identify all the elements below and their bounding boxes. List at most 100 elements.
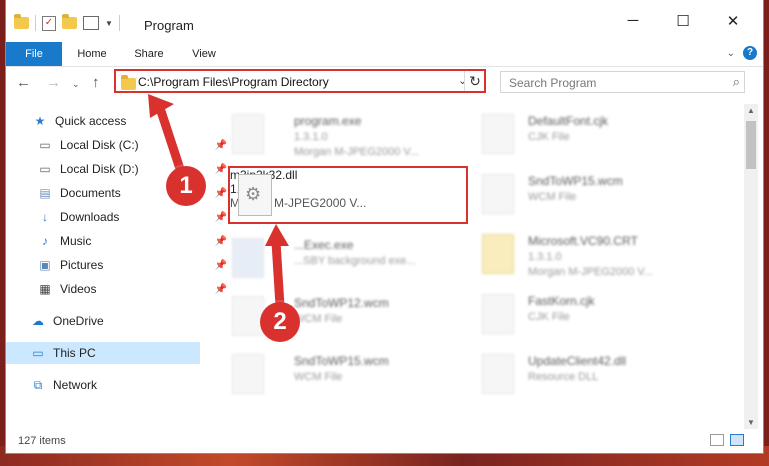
- scroll-down-icon[interactable]: ▼: [744, 418, 758, 427]
- drive-icon: ▭: [39, 138, 51, 152]
- search-placeholder: Search Program: [509, 76, 597, 90]
- file-item[interactable]: SndToWP15.wcm WCM File: [476, 168, 716, 224]
- picture-icon: ▣: [39, 258, 51, 272]
- dll-file-icon: [482, 354, 514, 394]
- folder-icon: [121, 75, 136, 90]
- sidebar-item-local-disk-c[interactable]: ▭ Local Disk (C:) 📌: [6, 134, 231, 156]
- sidebar-item-downloads[interactable]: ↓ Downloads 📌: [6, 206, 231, 228]
- vertical-scrollbar[interactable]: ▲ ▼: [744, 104, 758, 429]
- exe-file-icon: [232, 238, 264, 278]
- file-type: CJK File: [528, 131, 570, 143]
- exe-file-icon: [232, 114, 264, 154]
- file-name: ...Exec.exe: [294, 238, 354, 252]
- file-item[interactable]: DefaultFont.cjk CJK File: [476, 108, 716, 164]
- file-icon: [232, 354, 264, 394]
- properties-check-icon[interactable]: ✓: [42, 15, 56, 31]
- expand-ribbon-icon[interactable]: ⌄: [727, 48, 735, 59]
- file-item[interactable]: program.exe 1.3.1.0 Morgan M-JPEG2000 V.…: [226, 108, 466, 164]
- tab-share[interactable]: Share: [126, 42, 172, 66]
- scrollbar-thumb[interactable]: [746, 121, 756, 169]
- sidebar-item-label: This PC: [53, 346, 96, 360]
- file-icon: [232, 296, 264, 336]
- sidebar-item-this-pc[interactable]: ▭ This PC: [6, 342, 200, 364]
- file-name: FastKorn.cjk: [528, 294, 595, 308]
- sidebar-item-pictures[interactable]: ▣ Pictures 📌: [6, 254, 231, 276]
- file-item[interactable]: Microsoft.VC90.CRT 1.3.1.0 Morgan M-JPEG…: [476, 228, 716, 284]
- address-bar[interactable]: C:\Program Files\Program Directory ⌄: [114, 69, 486, 93]
- maximize-icon[interactable]: ☐: [668, 12, 698, 30]
- tiles-view-icon[interactable]: [730, 434, 744, 446]
- back-arrow-icon[interactable]: ←: [16, 74, 31, 91]
- file-item[interactable]: UpdateClient42.dll Resource DLL: [476, 348, 716, 404]
- file-icon: [482, 294, 514, 334]
- help-icon[interactable]: ?: [743, 46, 757, 60]
- sidebar-item-videos[interactable]: ▦ Videos 📌: [6, 278, 231, 300]
- ribbon-tabs: File Home Share View ⌄ ?: [6, 42, 763, 67]
- file-type: CJK File: [528, 311, 570, 323]
- file-item[interactable]: FastKorn.cjk CJK File: [476, 288, 716, 344]
- file-name: SndToWP15.wcm: [528, 174, 623, 188]
- download-icon: ↓: [42, 210, 48, 224]
- chevron-down-icon[interactable]: ▼: [105, 19, 113, 28]
- file-description: ...SBY background exe...: [294, 255, 416, 267]
- sidebar-item-label: Pictures: [60, 258, 104, 272]
- minimize-icon[interactable]: ─: [618, 12, 648, 29]
- file-item[interactable]: SndToWP15.wcm WCM File: [226, 348, 466, 404]
- file-type: Resource DLL: [528, 371, 599, 383]
- forward-arrow-icon[interactable]: →: [46, 74, 61, 91]
- file-list: program.exe 1.3.1.0 Morgan M-JPEG2000 V.…: [206, 104, 740, 424]
- file-description: Morgan M-JPEG2000 V...: [294, 146, 419, 158]
- sidebar-item-music[interactable]: ♪ Music 📌: [6, 230, 231, 252]
- up-arrow-icon[interactable]: ↑: [92, 74, 100, 91]
- file-item-selected-highlight[interactable]: ⚙ m3jp2k32.dll 1.3.1.0 Morgan M-JPEG2000…: [228, 166, 468, 224]
- file-name: SndToWP12.wcm: [294, 296, 389, 310]
- tab-file[interactable]: File: [6, 42, 62, 66]
- divider: [118, 15, 120, 31]
- music-icon: ♪: [42, 234, 48, 248]
- network-icon: ⧉: [33, 378, 43, 392]
- details-view-icon[interactable]: [710, 434, 724, 446]
- file-type: WCM File: [528, 191, 577, 203]
- sidebar-item-label: Documents: [60, 186, 121, 200]
- file-item[interactable]: ...Exec.exe ...SBY background exe...: [226, 232, 466, 288]
- star-icon: ★: [34, 114, 46, 128]
- sidebar-item-label: Quick access: [55, 114, 127, 128]
- file-name: DefaultFont.cjk: [528, 114, 609, 128]
- navigation-pane: ★ Quick access ▭ Local Disk (C:) 📌 ▭ Loc…: [6, 104, 227, 424]
- file-name: SndToWP15.wcm: [294, 354, 389, 368]
- callout-badge-1: 1: [166, 166, 206, 206]
- tab-view[interactable]: View: [182, 42, 226, 66]
- video-icon: ▦: [39, 282, 51, 296]
- file-version: 1.3.1.0: [528, 251, 562, 263]
- recent-locations-icon[interactable]: ⌄: [72, 79, 80, 90]
- callout-badge-2: 2: [260, 302, 300, 342]
- file-explorer-window: ✓ ▼ Program ─ ☐ ✕ File Home Share View ⌄…: [6, 0, 763, 453]
- window-title: Program: [144, 18, 194, 33]
- search-input[interactable]: Search Program ⌕: [500, 71, 745, 93]
- scroll-up-icon[interactable]: ▲: [744, 106, 758, 115]
- sidebar-item-onedrive[interactable]: ☁ OneDrive: [6, 310, 224, 332]
- sidebar-item-label: Music: [60, 234, 92, 248]
- folder-file-icon: [482, 234, 514, 274]
- address-path: C:\Program Files\Program Directory: [138, 75, 329, 89]
- close-icon[interactable]: ✕: [718, 12, 748, 30]
- document-icon: ▤: [39, 186, 51, 200]
- sidebar-item-label: Network: [53, 378, 98, 392]
- customize-view-icon[interactable]: [83, 16, 99, 30]
- sidebar-item-network[interactable]: ⧉ Network: [6, 374, 224, 396]
- file-type: WCM File: [294, 313, 343, 325]
- sidebar-item-label: Local Disk (C:): [60, 138, 139, 152]
- sidebar-item-label: OneDrive: [53, 314, 104, 328]
- sidebar-item-quick-access[interactable]: ★ Quick access: [6, 110, 226, 132]
- refresh-icon[interactable]: ↻: [464, 71, 485, 91]
- tab-home[interactable]: Home: [68, 42, 116, 66]
- file-type: WCM File: [294, 371, 343, 383]
- sidebar-item-label: Downloads: [60, 210, 120, 224]
- file-name: UpdateClient42.dll: [528, 354, 627, 368]
- dll-file-icon: ⚙: [238, 174, 272, 216]
- file-version: 1.3.1.0: [294, 131, 328, 143]
- new-folder-icon[interactable]: [62, 14, 77, 29]
- quick-access-toolbar: ✓ ▼: [14, 14, 120, 31]
- search-icon: ⌕: [732, 74, 740, 89]
- file-name: Microsoft.VC90.CRT: [528, 234, 638, 248]
